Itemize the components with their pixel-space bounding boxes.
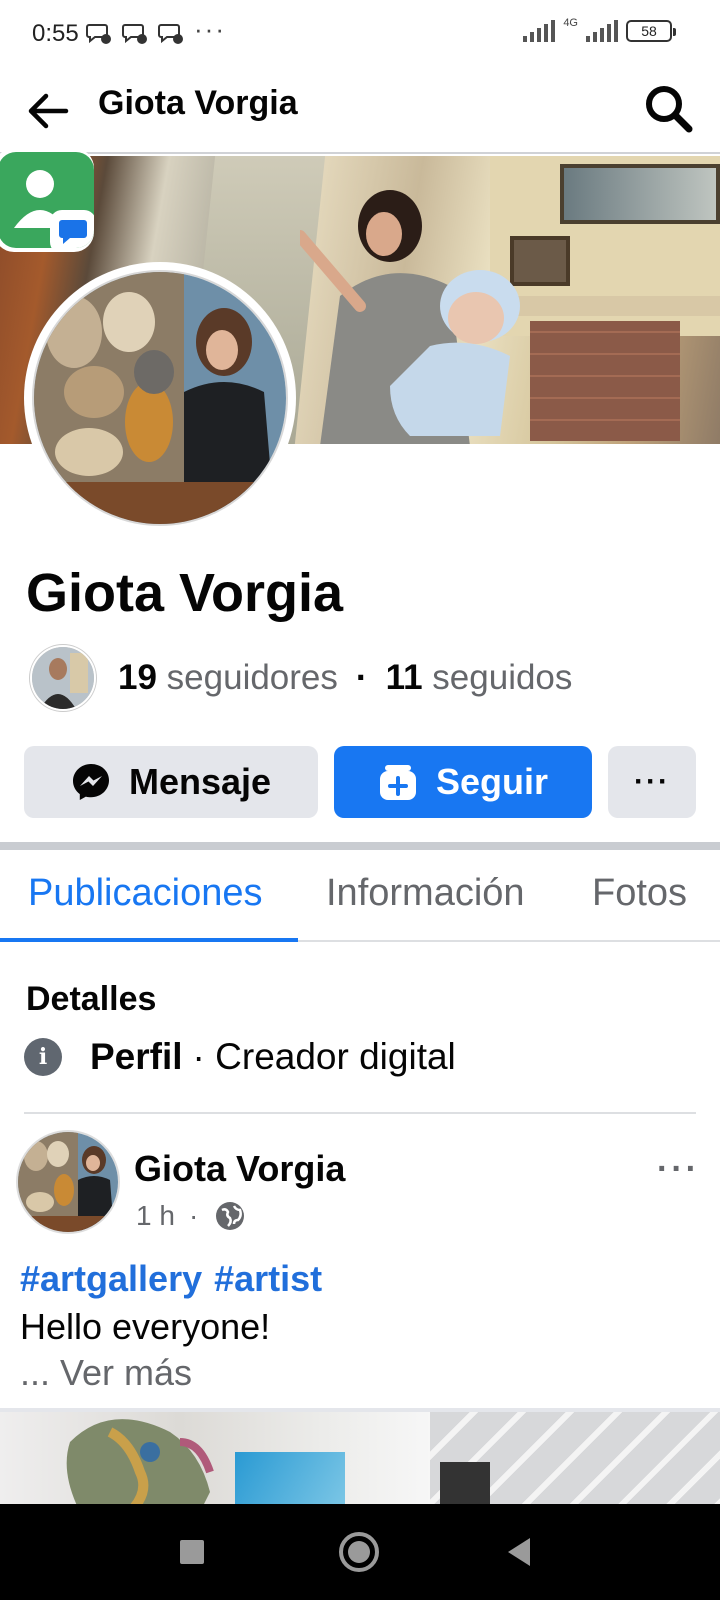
hashtag-link[interactable]: #artgallery <box>20 1258 202 1299</box>
following-label: seguidos <box>432 658 573 697</box>
post-meta-dot: · <box>188 1200 199 1231</box>
post-hashtags: #artgallery #artist <box>20 1258 334 1300</box>
system-navigation-bar <box>0 1504 720 1600</box>
signal-icon <box>523 20 556 42</box>
status-right: 4G 58 <box>523 17 676 42</box>
more-notifications-icon: ··· <box>194 14 226 44</box>
post-options-button[interactable]: ··· <box>657 1150 700 1189</box>
search-icon[interactable] <box>640 80 698 138</box>
cover-baby-figure <box>390 270 520 436</box>
hashtag-link[interactable]: #artist <box>214 1258 322 1299</box>
blue-painting <box>235 1452 345 1504</box>
followers-label: seguidores <box>166 658 338 697</box>
details-type-label: Perfil <box>90 1036 183 1077</box>
followers-count: 19 <box>118 658 157 697</box>
status-bar: 0:55 ··· 4G 58 <box>0 0 720 70</box>
post-time[interactable]: 1 h <box>136 1200 175 1232</box>
message-button[interactable]: Mensaje <box>24 746 318 818</box>
app-header: Giota Vorgia <box>0 70 720 154</box>
message-notification-icon <box>122 24 147 44</box>
details-divider <box>24 1112 696 1114</box>
follow-button[interactable]: Seguir <box>334 746 592 818</box>
post-author-avatar-image <box>18 1132 118 1232</box>
profile-tabs: Publicaciones Información Fotos <box>0 850 720 942</box>
details-type-value: · Creador digital <box>192 1036 456 1077</box>
profile-avatar[interactable] <box>24 262 296 534</box>
page-title: Giota Vorgia <box>98 84 298 122</box>
section-divider <box>0 842 720 850</box>
active-tab-indicator <box>0 938 298 942</box>
messenger-icon <box>71 762 111 802</box>
signal-icon <box>586 20 618 42</box>
contacts-icon <box>0 152 94 248</box>
post-image[interactable] <box>0 1412 720 1504</box>
notification-icons <box>86 22 184 46</box>
message-notification-icon <box>86 24 111 44</box>
contacts-app-bubble[interactable] <box>0 148 94 252</box>
home-icon[interactable] <box>336 1529 382 1575</box>
chat-bubble-icon <box>50 210 94 248</box>
follower-avatar[interactable] <box>30 645 96 711</box>
info-icon: i <box>24 1038 62 1076</box>
post-author-avatar[interactable] <box>16 1130 120 1234</box>
network-type: 4G <box>563 17 578 29</box>
message-button-label: Mensaje <box>128 761 272 802</box>
following-stat[interactable]: 11 seguidos <box>386 658 573 698</box>
arrow-left-icon[interactable] <box>22 86 72 136</box>
tab-fotos[interactable]: Fotos <box>592 872 687 915</box>
cover-painting <box>560 164 720 224</box>
details-heading: Detalles <box>26 980 157 1018</box>
follow-button-label: Seguir <box>435 761 549 802</box>
profile-picture <box>32 270 288 526</box>
tab-informacion[interactable]: Información <box>326 872 525 915</box>
follow-stats: 19 seguidores · 11 seguidos <box>30 645 573 711</box>
following-count: 11 <box>385 658 423 697</box>
battery-icon: 58 <box>626 20 676 42</box>
dark-object <box>440 1462 490 1504</box>
tab-publicaciones[interactable]: Publicaciones <box>28 872 262 915</box>
post-meta: 1 h · <box>136 1200 246 1232</box>
status-time: 0:55 <box>32 20 79 47</box>
see-more-link[interactable]: ... Ver más <box>20 1352 192 1394</box>
followers-stat[interactable]: 19 seguidores <box>118 658 338 698</box>
more-options-button[interactable]: ··· <box>608 746 696 818</box>
back-nav-icon[interactable] <box>500 1532 540 1572</box>
post-author-name[interactable]: Giota Vorgia <box>134 1148 345 1190</box>
profile-actions: Mensaje Seguir ··· <box>24 746 696 818</box>
details-profile-type: i Perfil · Creador digital <box>24 1036 456 1078</box>
post-text: Hello everyone! <box>20 1306 271 1347</box>
profile-name: Giota Vorgia <box>26 563 344 623</box>
elephant-painting <box>66 1419 214 1504</box>
follower-avatar-image <box>32 647 94 709</box>
message-notification-icon <box>158 24 183 44</box>
stats-separator: · <box>355 658 368 697</box>
follow-add-icon <box>378 762 418 802</box>
profile-picture-image <box>34 272 286 524</box>
cover-bricks <box>530 321 680 441</box>
globe-icon <box>216 1202 245 1230</box>
recent-apps-icon[interactable] <box>172 1532 212 1572</box>
